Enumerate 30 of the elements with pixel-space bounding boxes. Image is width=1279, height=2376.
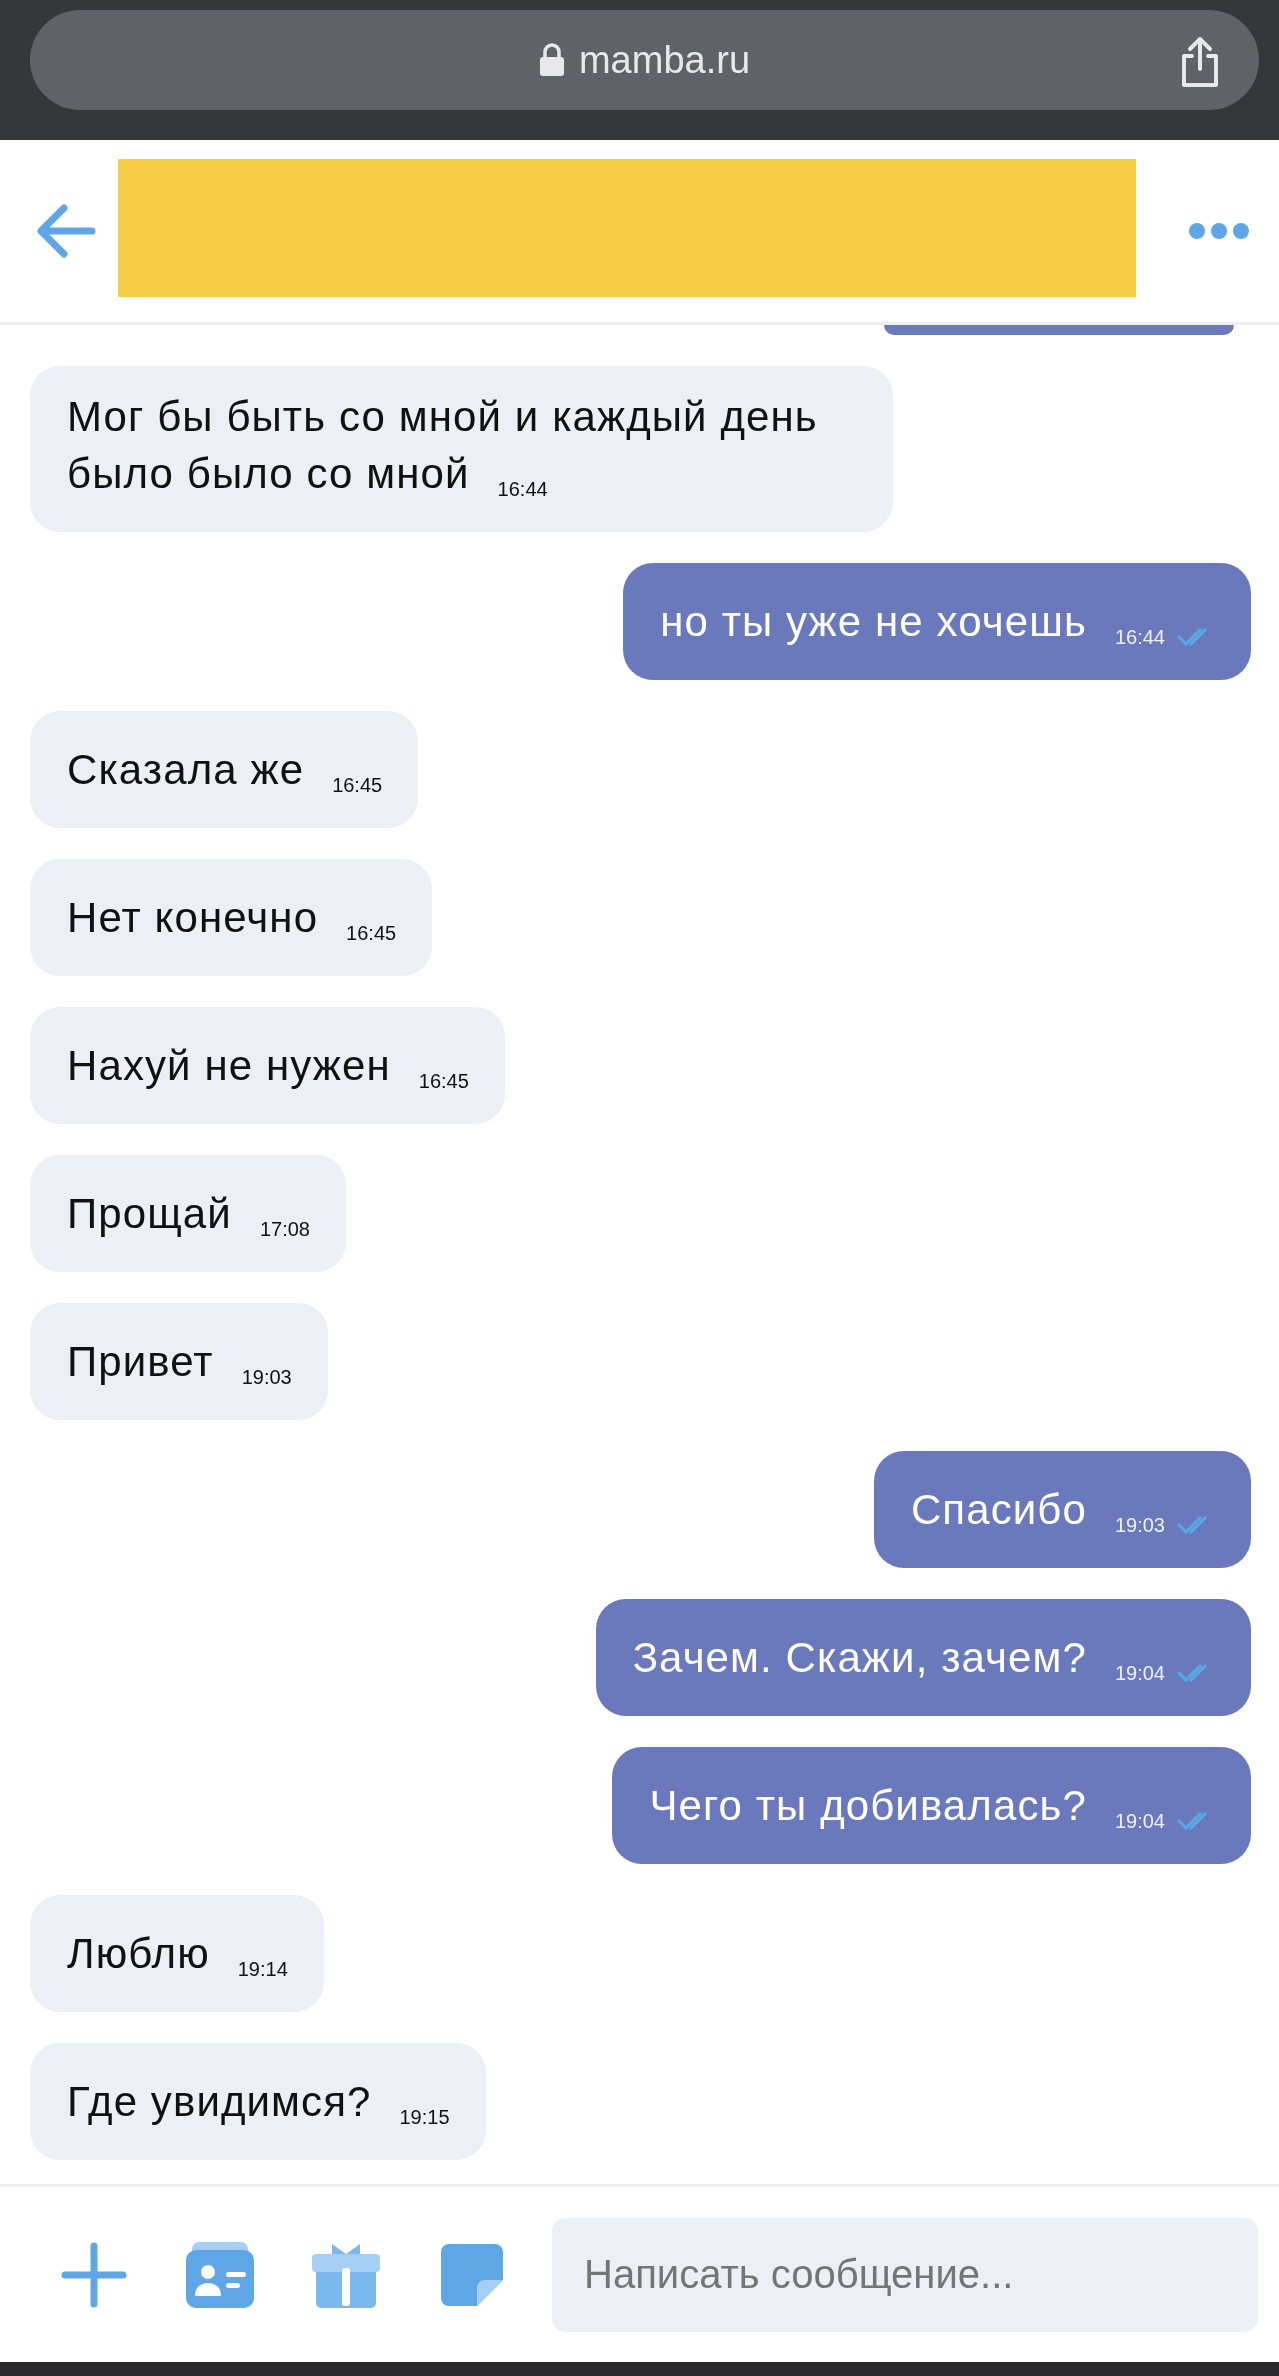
message-time: 19:03 <box>241 1365 292 1389</box>
message-time: 16:44 <box>1114 625 1165 649</box>
more-icon[interactable] <box>1187 221 1251 241</box>
back-arrow-icon[interactable] <box>36 203 96 259</box>
received-message: Прощай 17:08 <box>30 1155 346 1272</box>
received-message: Люблю 19:14 <box>30 1895 324 2012</box>
message-time: 16:44 <box>497 477 548 501</box>
message-time: 19:03 <box>1114 1513 1165 1537</box>
received-message: Мог бы быть со мной и каждый день было было со мной 16:44 <box>30 366 893 532</box>
received-message: Привет 19:03 <box>30 1303 328 1420</box>
sent-message: Чего ты добивалась? 19:04 <box>612 1747 1251 1864</box>
sent-message: но ты уже не хочешь 16:44 <box>623 563 1251 680</box>
address-bar[interactable]: mamba.ru <box>30 10 1259 110</box>
message-time: 16:45 <box>332 773 383 797</box>
message-input[interactable]: Написать сообщение... <box>552 2217 1258 2332</box>
received-message: Нахуй не нужен 16:45 <box>30 1007 505 1124</box>
message-time: 17:08 <box>259 1217 310 1241</box>
message-time: 19:04 <box>1114 1809 1165 1833</box>
received-message: Нет конечно 16:45 <box>30 859 433 976</box>
lock-icon <box>538 43 565 77</box>
received-message: Сказала же 16:45 <box>30 711 419 828</box>
sent-message: Зачем. Скажи, зачем? 19:04 <box>595 1599 1251 1716</box>
address-text: mamba.ru <box>578 38 751 82</box>
message-time: 16:45 <box>418 1069 469 1093</box>
message-time: 19:14 <box>237 1957 288 1981</box>
sent-message: Спасибо 19:03 <box>873 1451 1251 1568</box>
message-time: 16:45 <box>346 921 397 945</box>
message-time: 19:04 <box>1114 1661 1165 1685</box>
message-time: 19:15 <box>399 2105 450 2129</box>
received-message: Где увидимся? 19:15 <box>30 2043 486 2160</box>
